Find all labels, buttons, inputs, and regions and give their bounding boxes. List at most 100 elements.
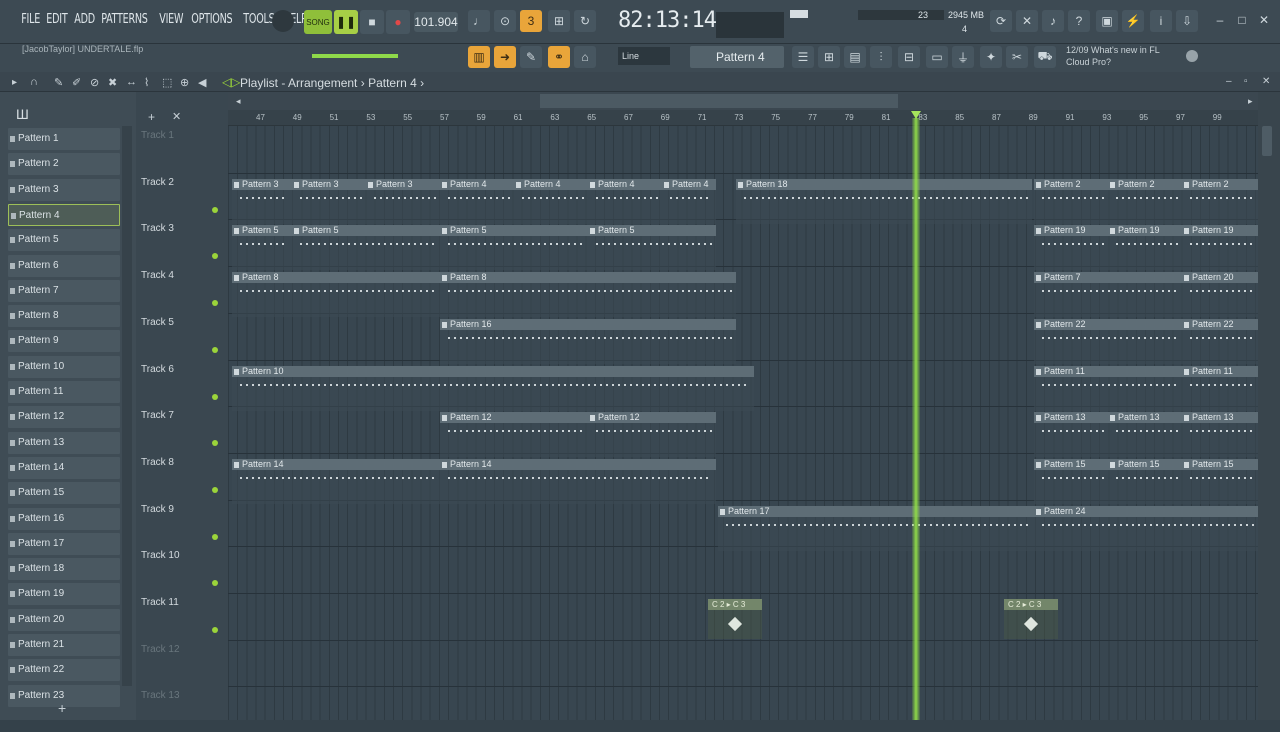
scroll-right-icon[interactable]: ▸ <box>1248 96 1253 107</box>
stamp-tool-icon[interactable]: ⌂ <box>574 46 596 68</box>
metronome-icon[interactable]: ♩ <box>468 10 490 32</box>
pattern-list-item[interactable]: Pattern 6 <box>8 254 120 277</box>
master-volume-knob[interactable] <box>272 10 294 32</box>
pattern-list-item[interactable]: Pattern 20 <box>8 608 120 631</box>
pattern-list-item[interactable]: Pattern 8 <box>8 305 120 328</box>
link-tool-icon[interactable]: ⚭ <box>548 46 570 68</box>
track-header[interactable]: Track 7 <box>138 406 226 452</box>
add-track-icon[interactable]: + <box>148 110 155 124</box>
playlist-minimize-icon[interactable]: – <box>1226 76 1232 87</box>
tools-icon[interactable]: ✕ <box>1016 10 1038 32</box>
cart-icon[interactable]: ⛟ <box>1034 46 1056 68</box>
step-edit-icon[interactable]: ⊞ <box>548 10 570 32</box>
clear-tracks-icon[interactable]: ✕ <box>172 110 181 123</box>
pattern-list-item[interactable]: Pattern 17 <box>8 532 120 555</box>
browser-icon[interactable]: ⫶ <box>870 46 892 68</box>
track-header[interactable]: Track 8 <box>138 453 226 499</box>
track-header[interactable]: Track 12 <box>138 640 226 686</box>
menu-view[interactable]: VIEW <box>156 12 187 27</box>
project-icon[interactable]: ▭ <box>926 46 948 68</box>
draw-tool-icon[interactable]: ✎ <box>520 46 542 68</box>
news-panel[interactable]: 12/09 What's new in FL Cloud Pro? <box>1066 44 1176 68</box>
slip-tool-icon[interactable]: ↔ <box>126 76 137 88</box>
pattern-list-item[interactable]: Pattern 14 <box>8 456 120 479</box>
plugin-picker-icon[interactable]: ⊟ <box>898 46 920 68</box>
pattern-list-item[interactable]: Pattern 11 <box>8 381 120 403</box>
magnet-icon[interactable]: ∩ <box>30 76 38 88</box>
track-led[interactable] <box>212 627 218 633</box>
pencil-tool-icon[interactable]: ✎ <box>54 76 63 89</box>
snap-dropdown[interactable]: Line <box>618 47 670 65</box>
scroll-left-icon[interactable]: ◂ <box>236 96 241 107</box>
brush-tool-icon[interactable]: ✐ <box>72 76 81 89</box>
cut-icon[interactable]: ✂ <box>1006 46 1028 68</box>
pattern-list-item[interactable]: Pattern 1 <box>8 128 120 150</box>
pattern-list-item[interactable]: Pattern 18 <box>8 558 120 581</box>
track-header[interactable]: Track 4 <box>138 266 226 312</box>
track-header[interactable]: Track 11 <box>138 593 226 639</box>
slice-tool-icon[interactable]: ⌇ <box>144 76 149 89</box>
track-header[interactable]: Track 3 <box>138 219 226 265</box>
pattern-list-item[interactable]: Pattern 13 <box>8 431 120 454</box>
track-led[interactable] <box>212 393 218 400</box>
playlist-icon[interactable]: ▥ <box>468 46 490 68</box>
globe-icon[interactable] <box>1186 50 1198 62</box>
track-header[interactable]: Track 10 <box>138 546 226 592</box>
pattern-list-item[interactable]: Pattern 7 <box>8 279 120 302</box>
playlist-menu-arrow-icon[interactable]: ▸ <box>12 77 17 88</box>
pattern-list-item[interactable]: Pattern 19 <box>8 583 120 606</box>
pattern-list-item[interactable]: Pattern 9 <box>8 330 120 353</box>
track-header[interactable]: Track 13 <box>138 686 226 732</box>
menu-options[interactable]: OPTIONS <box>188 12 236 27</box>
pattern-list-item[interactable]: Pattern 10 <box>8 355 120 378</box>
playlist-close-icon[interactable]: ✕ <box>1262 76 1270 87</box>
save-icon[interactable]: ▣ <box>1096 10 1118 32</box>
menu-add[interactable]: ADD <box>71 12 98 27</box>
mute-tool-icon[interactable]: ✖ <box>108 76 117 89</box>
maximize-icon[interactable]: □ <box>1234 12 1250 28</box>
close-icon[interactable]: ✕ <box>1256 12 1272 28</box>
track-header[interactable]: Track 5 <box>138 313 226 359</box>
vertical-scrollbar[interactable] <box>1258 92 1280 720</box>
menu-edit[interactable]: EDIT <box>43 12 71 27</box>
add-pattern-icon[interactable]: + <box>58 700 66 716</box>
help-icon[interactable]: ? <box>1068 10 1090 32</box>
picker-icon[interactable]: Ш <box>16 106 29 122</box>
pattern-arrow-icon[interactable]: ➜ <box>494 46 516 68</box>
track-led[interactable] <box>212 580 218 587</box>
vertical-scroll-thumb[interactable] <box>1262 126 1272 156</box>
zoom-tool-icon[interactable]: ⊕ <box>180 76 189 89</box>
pattern-selector[interactable]: Pattern 4 <box>690 46 784 68</box>
pause-button[interactable]: ❚❚ <box>334 10 358 34</box>
pattern-list-item[interactable]: Pattern 2 <box>8 153 120 176</box>
info-icon[interactable]: i <box>1150 10 1172 32</box>
playhead-marker[interactable] <box>911 111 921 119</box>
select-tool-icon[interactable]: ⬚ <box>162 76 172 89</box>
track-led[interactable] <box>212 346 218 353</box>
playlist-maximize-icon[interactable]: ▫ <box>1244 76 1248 87</box>
minimize-icon[interactable]: – <box>1212 12 1228 28</box>
track-header[interactable]: Track 6 <box>138 360 226 406</box>
guitar-icon[interactable]: ✦ <box>980 46 1002 68</box>
loop-record-icon[interactable]: ↻ <box>574 10 596 32</box>
pattern-list-item[interactable]: Pattern 16 <box>8 507 120 530</box>
download-icon[interactable]: ⇩ <box>1176 10 1198 32</box>
tempo-display[interactable]: 101.904 <box>414 12 458 32</box>
track-led[interactable] <box>212 533 218 540</box>
countdown-icon[interactable]: 3 <box>520 10 542 32</box>
playhead[interactable] <box>912 118 920 720</box>
plugin-icon[interactable]: ⚡ <box>1122 10 1144 32</box>
track-header[interactable]: Track 9 <box>138 500 226 546</box>
track-led[interactable] <box>212 486 218 493</box>
track-led[interactable] <box>212 253 218 260</box>
piano-roll-icon[interactable]: ▤ <box>844 46 866 68</box>
master-pitch-slider[interactable] <box>312 54 398 58</box>
restart-icon[interactable]: ⟳ <box>990 10 1012 32</box>
pattern-list-item[interactable]: Pattern 21 <box>8 634 120 656</box>
track-led[interactable] <box>212 300 218 307</box>
stop-button[interactable]: ■ <box>360 10 384 34</box>
track-header[interactable]: Track 2 <box>138 173 226 219</box>
delete-tool-icon[interactable]: ⊘ <box>90 76 99 89</box>
menu-file[interactable]: FILE <box>18 12 43 27</box>
track-led[interactable] <box>212 206 218 213</box>
